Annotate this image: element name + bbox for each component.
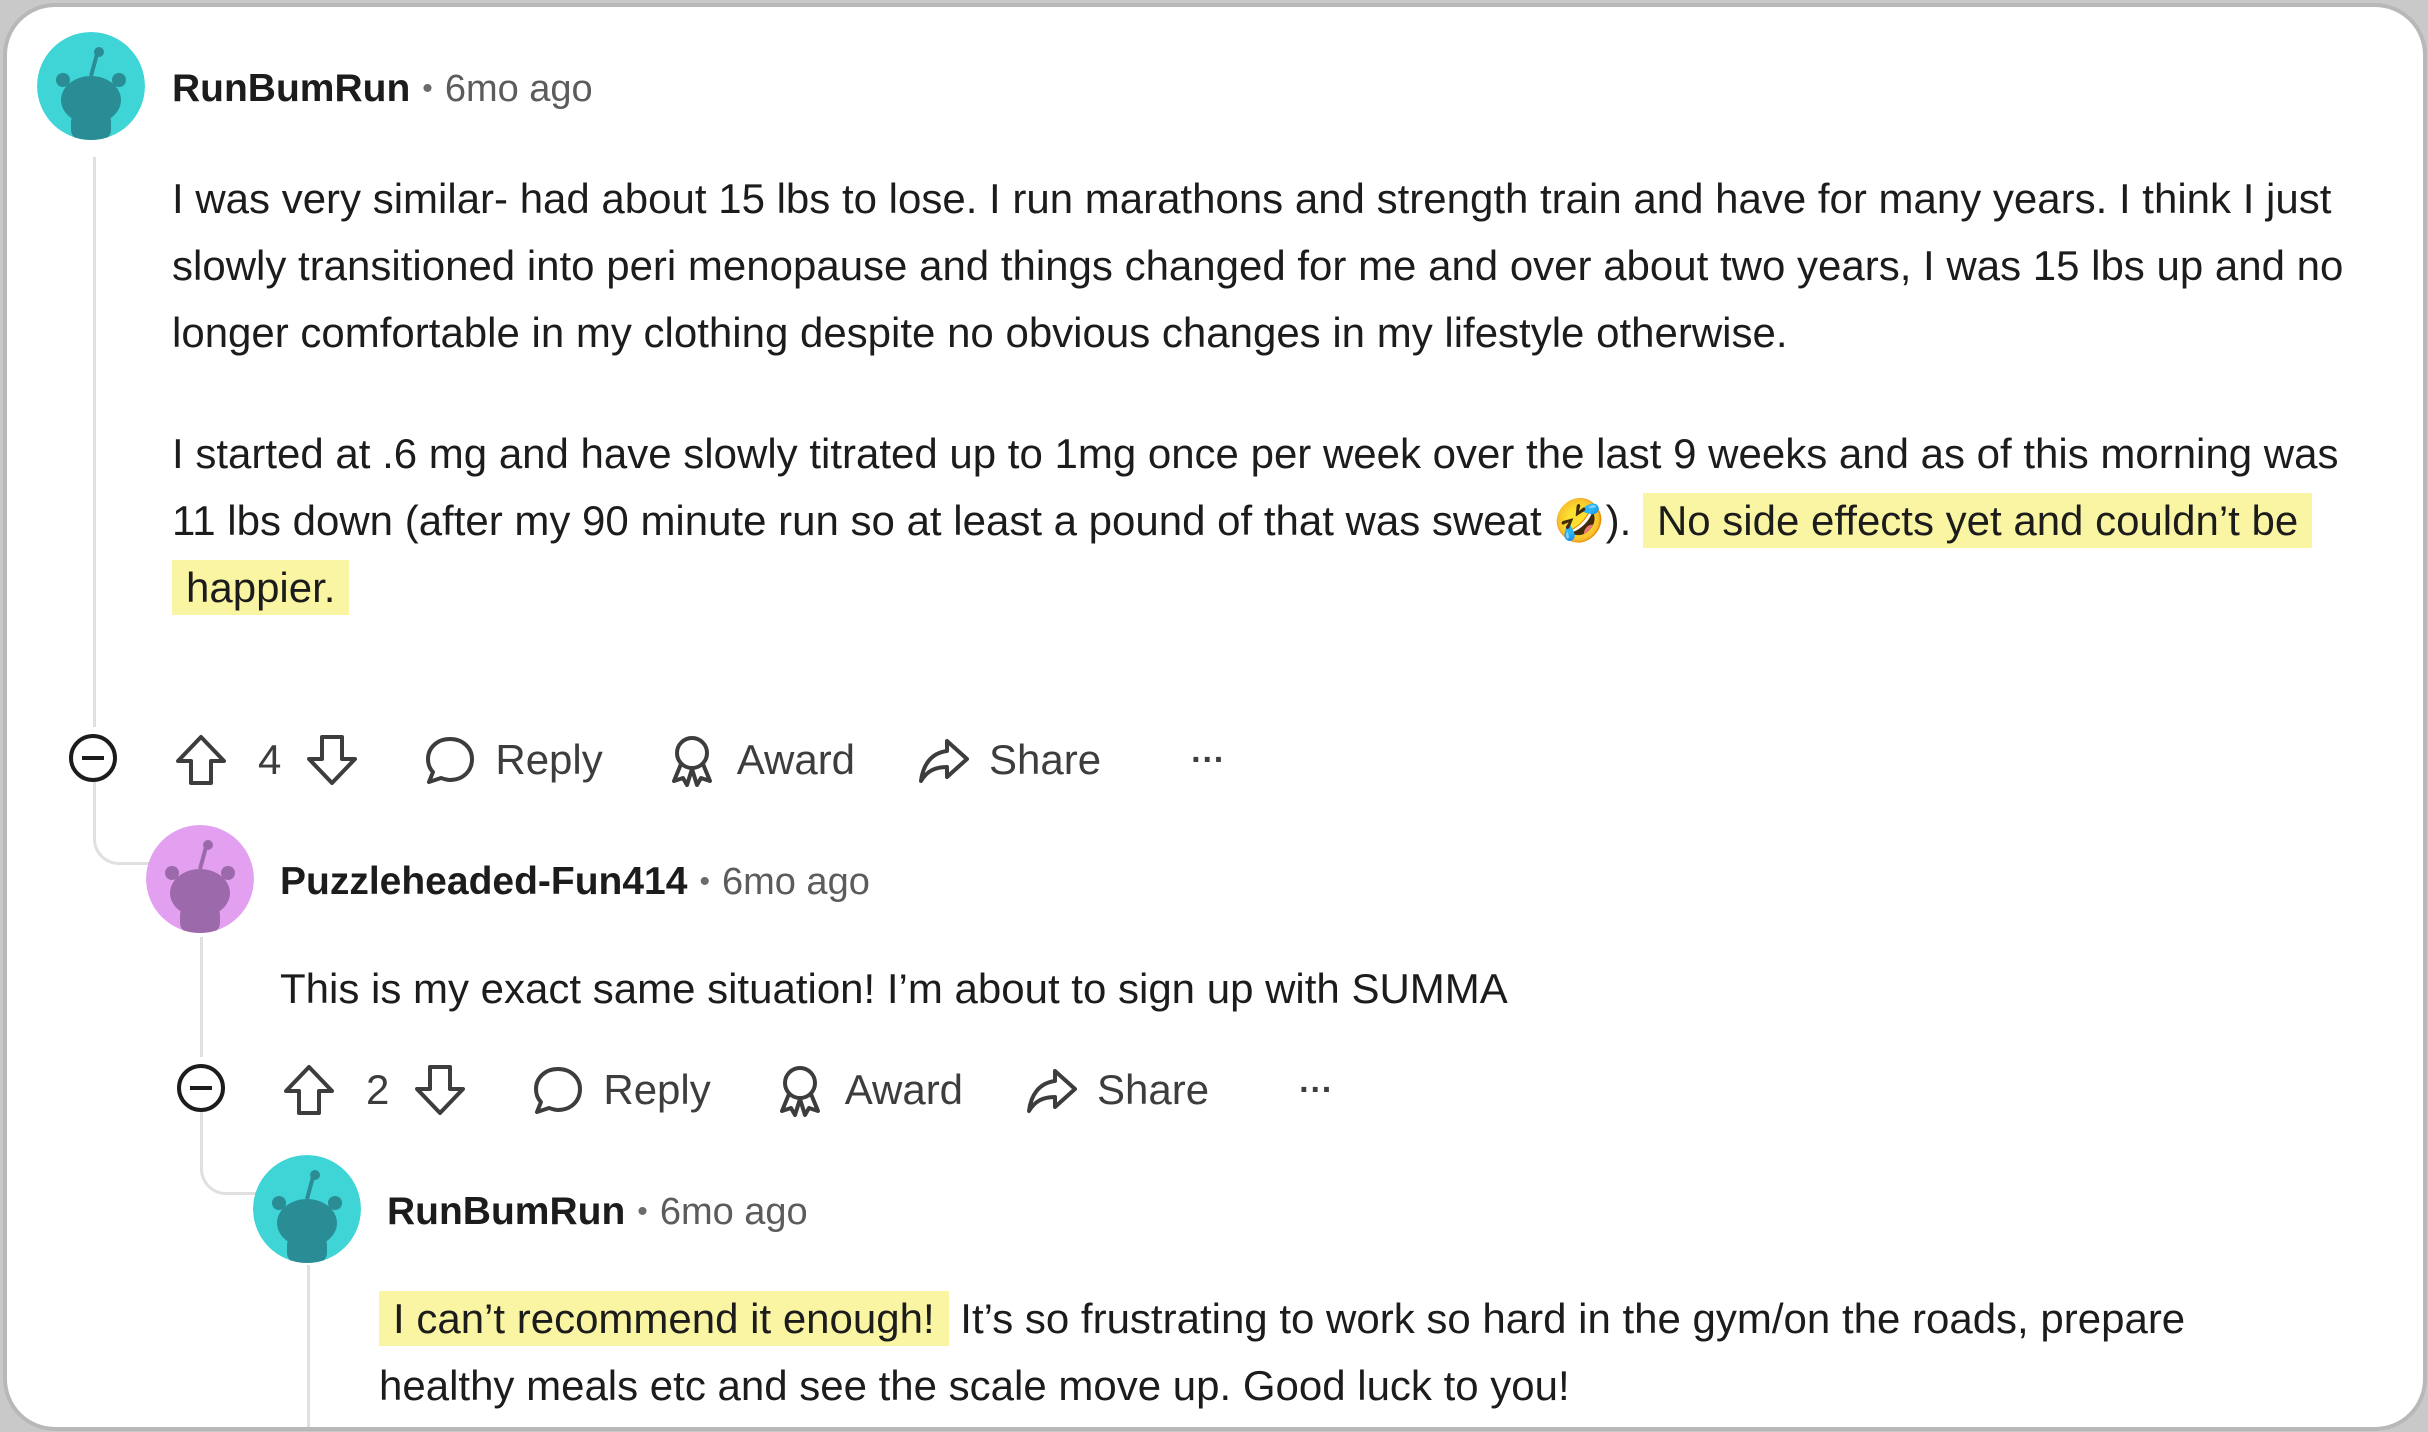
separator: • — [699, 865, 710, 898]
avatar[interactable] — [37, 32, 145, 140]
thread-connector — [200, 1112, 263, 1195]
share-button[interactable]: Share — [915, 731, 1101, 789]
separator: • — [422, 72, 433, 105]
award-label: Award — [736, 736, 856, 783]
reply-icon — [426, 737, 475, 784]
username[interactable]: Puzzleheaded-Fun414 — [280, 860, 687, 904]
upvote-icon — [284, 1065, 334, 1115]
share-button[interactable]: Share — [1023, 1061, 1209, 1119]
award-icon — [779, 1066, 820, 1117]
timestamp[interactable]: 6mo ago — [722, 861, 870, 904]
comment-body: I can’t recommend it enough! It’s so fru… — [379, 1285, 2279, 1419]
upvote-button[interactable] — [280, 1061, 338, 1119]
downvote-icon — [415, 1065, 466, 1115]
reply-icon — [534, 1067, 583, 1114]
comment-header: RunBumRun • 6mo ago — [387, 1182, 808, 1242]
award-icon — [671, 736, 712, 787]
vote-count: 4 — [258, 736, 282, 783]
timestamp[interactable]: 6mo ago — [660, 1191, 808, 1234]
collapse-button[interactable] — [175, 1062, 227, 1114]
reply-button[interactable]: Reply — [421, 731, 603, 789]
highlighted-text: I can’t recommend it enough! — [379, 1291, 949, 1346]
comment-paragraph: I can’t recommend it enough! It’s so fru… — [379, 1285, 2279, 1419]
username[interactable]: RunBumRun — [387, 1190, 625, 1234]
comment-body: I was very similar- had about 15 lbs to … — [172, 165, 2372, 621]
more-options-button[interactable]: ··· — [1299, 1071, 1333, 1110]
collapse-icon — [69, 734, 117, 782]
reply-label: Reply — [495, 736, 603, 783]
emoji: 🤣 — [1553, 497, 1606, 544]
more-options-button[interactable]: ··· — [1191, 741, 1225, 780]
reply-label: Reply — [603, 1066, 711, 1113]
award-button[interactable]: Award — [663, 731, 855, 789]
snoo-avatar-icon — [37, 32, 145, 140]
collapse-button[interactable] — [67, 732, 119, 784]
comment-header: RunBumRun • 6mo ago — [172, 59, 593, 119]
comment-thread: RunBumRun • 6mo ago I was very similar- … — [3, 3, 2427, 1431]
share-label: Share — [989, 736, 1102, 783]
timestamp[interactable]: 6mo ago — [445, 68, 593, 111]
comment-text: ). — [1605, 497, 1632, 544]
avatar[interactable] — [146, 825, 254, 933]
comment-actions: 4 Reply Award Share ··· — [172, 725, 1225, 795]
award-button[interactable]: Award — [771, 1061, 963, 1119]
comment-header: Puzzleheaded-Fun414 • 6mo ago — [280, 852, 870, 912]
thread-connector — [93, 782, 156, 865]
share-icon — [1027, 1069, 1078, 1113]
more-icon: ··· — [1299, 1070, 1334, 1109]
snoo-avatar-icon — [146, 825, 254, 933]
downvote-button[interactable] — [411, 1061, 469, 1119]
more-icon: ··· — [1191, 740, 1226, 779]
upvote-button[interactable] — [172, 731, 230, 789]
vote-count: 2 — [366, 1066, 390, 1113]
upvote-icon — [176, 735, 226, 785]
reply-button[interactable]: Reply — [529, 1061, 711, 1119]
award-label: Award — [844, 1066, 964, 1113]
comment-body: This is my exact same situation! I’m abo… — [280, 955, 2280, 1022]
collapse-icon — [177, 1064, 225, 1112]
thread-line[interactable] — [307, 1265, 310, 1427]
comment-actions: 2 Reply Award Share ··· — [280, 1055, 1333, 1125]
comment-paragraph: I started at .6 mg and have slowly titra… — [172, 420, 2372, 621]
share-icon — [919, 739, 970, 783]
thread-line[interactable] — [93, 157, 96, 727]
thread-line[interactable] — [200, 937, 203, 1057]
downvote-button[interactable] — [303, 731, 361, 789]
avatar[interactable] — [253, 1155, 361, 1263]
share-label: Share — [1097, 1066, 1210, 1113]
comment-paragraph: This is my exact same situation! I’m abo… — [280, 965, 1508, 1012]
separator: • — [637, 1195, 648, 1228]
downvote-icon — [307, 735, 358, 785]
comment-paragraph: I was very similar- had about 15 lbs to … — [172, 175, 2344, 356]
snoo-avatar-icon — [253, 1155, 361, 1263]
username[interactable]: RunBumRun — [172, 67, 410, 111]
